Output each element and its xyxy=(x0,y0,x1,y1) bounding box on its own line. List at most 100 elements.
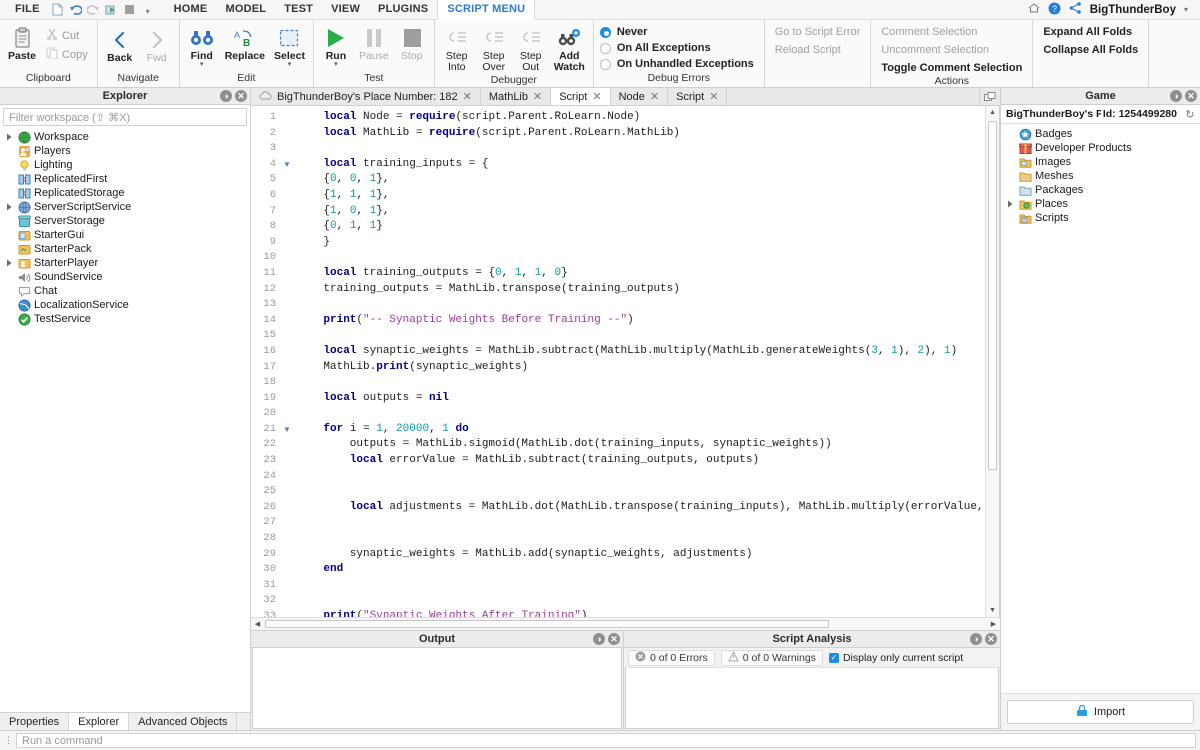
expand-all-folds-button[interactable]: Expand All Folds xyxy=(1037,25,1138,39)
close-icon[interactable]: ✕ xyxy=(709,90,718,103)
tree-item-serverscriptservice[interactable]: ServerScriptService xyxy=(0,200,250,214)
step-into-button[interactable]: Step Into xyxy=(439,24,475,74)
home-icon[interactable] xyxy=(1028,3,1040,16)
forward-button[interactable]: Fwd xyxy=(139,26,175,65)
import-button[interactable]: Import xyxy=(1007,700,1194,724)
expand-arrow-icon[interactable] xyxy=(4,132,14,142)
pause-button[interactable]: Pause xyxy=(355,24,393,63)
fold-marker[interactable] xyxy=(281,219,293,235)
tree-item-places[interactable]: Places xyxy=(1001,197,1200,211)
vscroll-thumb[interactable] xyxy=(988,121,997,471)
collapse-all-folds-button[interactable]: Collapse All Folds xyxy=(1037,43,1144,57)
debug-radio-unhandled-exceptions[interactable]: On Unhandled Exceptions xyxy=(598,57,760,71)
add-watch-button[interactable]: Add Watch xyxy=(550,24,589,74)
editor-vertical-scrollbar[interactable]: ▲ ▼ xyxy=(985,106,999,617)
cut-button[interactable]: Cut xyxy=(43,27,91,44)
tree-item-replicatedfirst[interactable]: ReplicatedFirst xyxy=(0,172,250,186)
fold-column[interactable]: ▼ ▼ xyxy=(281,106,293,617)
scroll-down-icon[interactable]: ▼ xyxy=(986,604,999,617)
tree-item-soundservice[interactable]: SoundService xyxy=(0,270,250,284)
tree-item-localizationservice[interactable]: LocalizationService xyxy=(0,298,250,312)
fold-marker[interactable] xyxy=(281,188,293,204)
fold-marker[interactable] xyxy=(281,531,293,547)
help-icon[interactable]: ? xyxy=(1048,2,1061,18)
script-analysis-content[interactable] xyxy=(625,668,999,729)
select-caret-icon[interactable]: ▾ xyxy=(288,61,292,68)
debug-radio-all-exceptions[interactable]: On All Exceptions xyxy=(598,41,717,55)
tree-item-testservice[interactable]: TestService xyxy=(0,312,250,326)
close-icon[interactable]: ✕ xyxy=(592,90,601,103)
play-solo-icon[interactable] xyxy=(103,4,121,16)
fold-marker[interactable] xyxy=(281,578,293,594)
menu-tab-test[interactable]: TEST xyxy=(275,0,322,19)
debug-radio-never[interactable]: Never xyxy=(598,25,654,39)
explorer-filter-input[interactable]: Filter workspace (⇧ ⌘X) xyxy=(3,108,247,126)
scroll-right-icon[interactable]: ▶ xyxy=(987,620,1000,628)
scroll-left-icon[interactable]: ◀ xyxy=(251,620,264,628)
close-icon[interactable]: ✕ xyxy=(463,90,472,103)
fold-marker[interactable] xyxy=(281,266,293,282)
step-out-button[interactable]: Step Out xyxy=(513,24,549,74)
explorer-close-icon[interactable]: ✕ xyxy=(235,90,247,102)
tree-item-meshes[interactable]: Meshes xyxy=(1001,169,1200,183)
drag-handle-icon[interactable]: ⋮ xyxy=(4,735,13,746)
fold-marker[interactable] xyxy=(281,484,293,500)
menu-tab-home[interactable]: HOME xyxy=(165,0,217,19)
warnings-filter-button[interactable]: 0 of 0 Warnings xyxy=(720,649,823,666)
command-input[interactable]: Run a command xyxy=(16,733,1196,748)
fold-marker[interactable] xyxy=(281,593,293,609)
menu-tab-script-menu[interactable]: SCRIPT MENU xyxy=(437,0,536,20)
fold-marker[interactable] xyxy=(281,250,293,266)
fold-marker[interactable] xyxy=(281,453,293,469)
paste-button[interactable]: Paste xyxy=(4,24,40,63)
output-close-icon[interactable]: ✕ xyxy=(608,633,620,645)
fold-marker[interactable] xyxy=(281,562,293,578)
output-content[interactable] xyxy=(252,648,622,729)
script-analysis-float-icon[interactable]: ◑ xyxy=(970,633,982,645)
find-caret-icon[interactable]: ▾ xyxy=(200,61,204,68)
fold-marker[interactable] xyxy=(281,469,293,485)
fold-marker[interactable] xyxy=(281,391,293,407)
fold-marker[interactable] xyxy=(281,297,293,313)
tree-item-developer-products[interactable]: Developer Products xyxy=(1001,141,1200,155)
fold-marker[interactable] xyxy=(281,437,293,453)
tree-item-badges[interactable]: Badges xyxy=(1001,127,1200,141)
toggle-comment-selection-button[interactable]: Toggle Comment Selection xyxy=(875,61,1028,75)
editor-horizontal-scrollbar[interactable]: ◀ ▶ xyxy=(251,617,1000,630)
stop-icon[interactable] xyxy=(121,4,139,15)
back-button[interactable]: Back xyxy=(102,26,138,65)
refresh-icon[interactable]: ↻ xyxy=(1182,108,1198,121)
fold-marker[interactable] xyxy=(281,406,293,422)
reload-script-button[interactable]: Reload Script xyxy=(769,43,847,57)
fold-marker[interactable]: ▼ xyxy=(281,422,293,438)
fold-marker[interactable] xyxy=(281,313,293,329)
fold-marker[interactable] xyxy=(281,500,293,516)
comment-selection-button[interactable]: Comment Selection xyxy=(875,25,983,39)
hscroll-thumb[interactable] xyxy=(265,620,829,628)
tree-item-serverstorage[interactable]: ServerStorage xyxy=(0,214,250,228)
fold-marker[interactable] xyxy=(281,360,293,376)
chevron-down-icon[interactable]: ▾ xyxy=(1184,5,1188,14)
close-icon[interactable]: ✕ xyxy=(650,90,659,103)
run-caret-icon[interactable]: ▾ xyxy=(334,61,338,68)
game-float-icon[interactable]: ◑ xyxy=(1170,90,1182,102)
expand-arrow-icon[interactable] xyxy=(1005,199,1015,209)
username-label[interactable]: BigThunderBoy xyxy=(1090,4,1176,16)
game-close-icon[interactable]: ✕ xyxy=(1185,90,1197,102)
menu-tab-view[interactable]: VIEW xyxy=(322,0,369,19)
editor-tab-script2[interactable]: Script ✕ xyxy=(668,88,728,105)
code-area[interactable]: 1 2 3 4 5 6 7 8 9 10 11 12 13 14 15 16 1… xyxy=(251,106,985,617)
customize-icon[interactable]: ▾ xyxy=(139,3,157,17)
fold-marker[interactable] xyxy=(281,141,293,157)
tab-advanced-objects[interactable]: Advanced Objects xyxy=(129,713,238,730)
fold-marker[interactable] xyxy=(281,126,293,142)
editor-tab-mathlib[interactable]: MathLib ✕ xyxy=(480,88,552,105)
editor-tab-script-active[interactable]: Script ✕ xyxy=(551,88,611,105)
share-icon[interactable] xyxy=(1069,2,1082,17)
tree-item-starterpack[interactable]: StarterPack xyxy=(0,242,250,256)
replace-button[interactable]: AB Replace xyxy=(221,24,269,63)
menu-tab-plugins[interactable]: PLUGINS xyxy=(369,0,437,19)
game-place-row[interactable]: BigThunderBoy's Place Nu Id: 1254499280 … xyxy=(1001,105,1200,124)
tree-item-workspace[interactable]: Workspace xyxy=(0,130,250,144)
undo-icon[interactable] xyxy=(67,4,85,16)
